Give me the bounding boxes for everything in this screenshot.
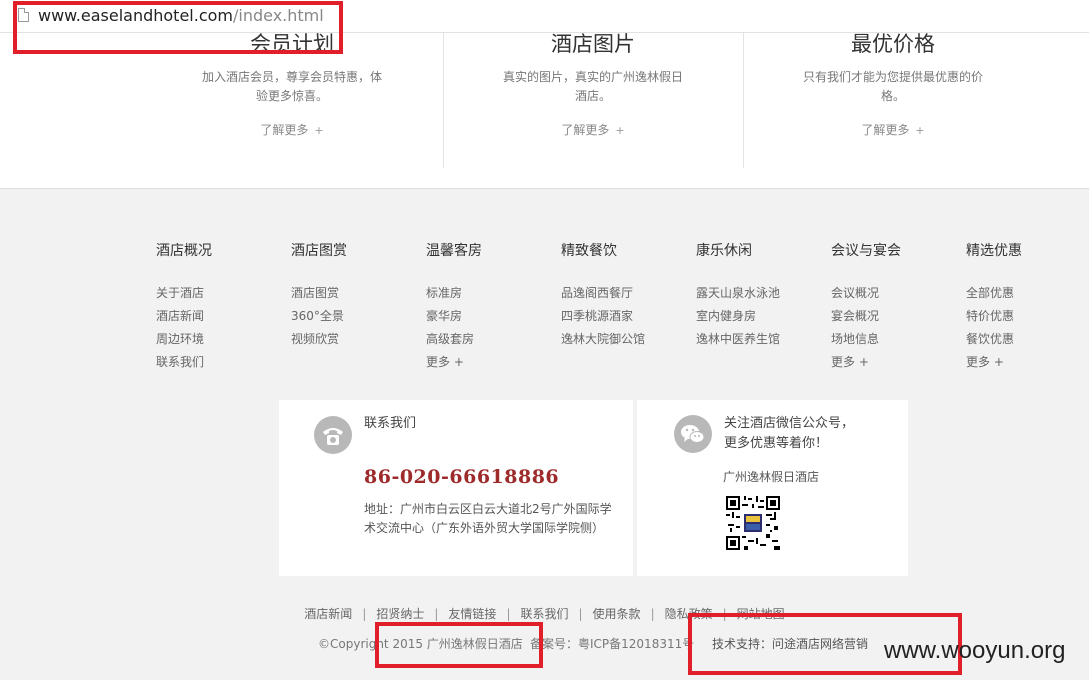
feature-desc: 加入酒店会员，尊享会员特惠，体验更多惊喜。 — [202, 70, 383, 103]
nav-link[interactable]: 宴会概况 — [831, 305, 951, 328]
nav-link[interactable]: 豪华房 — [426, 305, 546, 328]
feature-title: 酒店图片 — [551, 32, 635, 56]
nav-link[interactable]: 高级套房 — [426, 328, 546, 351]
phone-number: 86-020-66618886 — [364, 466, 560, 488]
nav-link[interactable]: 周边环境 — [156, 328, 276, 351]
nav-link[interactable]: 全部优惠 — [966, 282, 1086, 305]
plus-icon: + — [615, 124, 625, 137]
nav-link-more[interactable]: 更多 + — [966, 351, 1086, 374]
nav-col-meetings: 会议与宴会 会议概况 宴会概况 场地信息 更多 + — [831, 240, 951, 374]
url-path: /index.html — [233, 6, 324, 25]
learn-more-label: 了解更多 — [260, 123, 309, 137]
nav-col-head[interactable]: 酒店概况 — [156, 240, 276, 260]
learn-more-link[interactable]: 了解更多 + — [743, 121, 1043, 138]
plus-icon: + — [915, 124, 925, 137]
bottom-link[interactable]: 隐私政策 — [665, 607, 713, 621]
link-separator: | — [578, 607, 583, 621]
feature-desc: 真实的图片，真实的广州逸林假日酒店。 — [503, 70, 684, 103]
nav-link[interactable]: 逸林中医养生馆 — [696, 328, 816, 351]
nav-col-head[interactable]: 会议与宴会 — [831, 240, 951, 260]
bottom-link[interactable]: 网站地图 — [737, 607, 785, 621]
copyright-text: ©Copyright 2015 广州逸林假日酒店 — [318, 637, 523, 651]
nav-link-more[interactable]: 更多 + — [831, 351, 951, 374]
wechat-icon — [674, 415, 712, 453]
bottom-link[interactable]: 友情链接 — [448, 607, 496, 621]
bottom-link[interactable]: 使用条款 — [593, 607, 641, 621]
nav-link[interactable]: 联系我们 — [156, 351, 276, 374]
feature-title: 最优价格 — [851, 32, 935, 56]
nav-link-more[interactable]: 更多 + — [426, 351, 546, 374]
feature-best-price: 最优价格 只有我们才能为您提供最优惠的价格。 了解更多 + — [743, 32, 1043, 188]
bottom-link[interactable]: 招贤纳士 — [376, 607, 424, 621]
hotel-address: 地址：广州市白云区白云大道北2号广外国际学术交流中心（广东外语外贸大学国际学院侧… — [364, 502, 612, 535]
learn-more-label: 了解更多 — [561, 123, 610, 137]
nav-link[interactable]: 品逸阁西餐厅 — [561, 282, 681, 305]
tech-support[interactable]: 技术支持：问途酒店网络营销 — [712, 635, 868, 652]
link-separator: | — [434, 607, 439, 621]
qr-code — [726, 496, 780, 550]
wechat-title-line2: 更多优惠等着你！ — [724, 436, 829, 451]
icp-number[interactable]: 备案号：粤ICP备12018311号 — [530, 635, 694, 652]
feature-title: 会员计划 — [250, 32, 334, 56]
nav-link[interactable]: 酒店图赏 — [291, 282, 411, 305]
nav-col-head[interactable]: 温馨客房 — [426, 240, 546, 260]
nav-link[interactable]: 逸林大院御公馆 — [561, 328, 681, 351]
nav-col-leisure: 康乐休闲 露天山泉水泳池 室内健身房 逸林中医养生馆 — [696, 240, 816, 351]
nav-link[interactable]: 视频欣赏 — [291, 328, 411, 351]
link-separator: | — [722, 607, 727, 621]
nav-link[interactable]: 露天山泉水泳池 — [696, 282, 816, 305]
nav-col-head[interactable]: 康乐休闲 — [696, 240, 816, 260]
phone-icon — [314, 416, 352, 454]
page-icon — [18, 8, 29, 22]
learn-more-label: 了解更多 — [861, 123, 910, 137]
nav-link[interactable]: 特价优惠 — [966, 305, 1086, 328]
contact-card: 联系我们 86-020-66618886 地址：广州市白云区白云大道北2号广外国… — [279, 400, 633, 576]
bottom-link[interactable]: 联系我们 — [520, 607, 568, 621]
address-bar[interactable]: www.easelandhotel.com/index.html — [0, 0, 1089, 33]
learn-more-link[interactable]: 了解更多 + — [142, 121, 442, 138]
link-separator: | — [506, 607, 511, 621]
nav-link[interactable]: 会议概况 — [831, 282, 951, 305]
learn-more-link[interactable]: 了解更多 + — [443, 121, 743, 138]
nav-link[interactable]: 标准房 — [426, 282, 546, 305]
wechat-title-line1: 关注酒店微信公众号， — [724, 416, 855, 431]
nav-col-gallery: 酒店图赏 酒店图赏 360°全景 视频欣赏 — [291, 240, 411, 351]
feature-membership: 会员计划 加入酒店会员，尊享会员特惠，体验更多惊喜。 了解更多 + — [142, 32, 442, 188]
link-separator: | — [650, 607, 655, 621]
watermark: www.wooyun.org — [884, 637, 1066, 664]
nav-col-head[interactable]: 精选优惠 — [966, 240, 1086, 260]
nav-link[interactable]: 场地信息 — [831, 328, 951, 351]
nav-link[interactable]: 室内健身房 — [696, 305, 816, 328]
wechat-account-name: 广州逸林假日酒店 — [723, 470, 820, 484]
plus-icon: + — [314, 124, 324, 137]
nav-col-head[interactable]: 酒店图赏 — [291, 240, 411, 260]
nav-col-rooms: 温馨客房 标准房 豪华房 高级套房 更多 + — [426, 240, 546, 374]
feature-photos: 酒店图片 真实的图片，真实的广州逸林假日酒店。 了解更多 + — [443, 32, 743, 188]
features-section: 会员计划 加入酒店会员，尊享会员特惠，体验更多惊喜。 了解更多 + 酒店图片 真实… — [0, 32, 1089, 189]
nav-link[interactable]: 关于酒店 — [156, 282, 276, 305]
url-host: www.easelandhotel.com — [38, 6, 233, 25]
feature-desc: 只有我们才能为您提供最优惠的价格。 — [803, 70, 984, 103]
url-text[interactable]: www.easelandhotel.com/index.html — [38, 6, 324, 26]
nav-col-overview: 酒店概况 关于酒店 酒店新闻 周边环境 联系我们 — [156, 240, 276, 374]
nav-col-offers: 精选优惠 全部优惠 特价优惠 餐饮优惠 更多 + — [966, 240, 1086, 374]
contact-title: 联系我们 — [364, 416, 417, 431]
nav-link[interactable]: 酒店新闻 — [156, 305, 276, 328]
nav-col-dining: 精致餐饮 品逸阁西餐厅 四季桃源酒家 逸林大院御公馆 — [561, 240, 681, 351]
bottom-link[interactable]: 酒店新闻 — [304, 607, 352, 621]
bottom-links: 酒店新闻 | 招贤纳士 | 友情链接 | 联系我们 | 使用条款 | 隐私政策 | 网站地图 — [0, 605, 1089, 622]
nav-link[interactable]: 四季桃源酒家 — [561, 305, 681, 328]
wechat-title: 关注酒店微信公众号， 更多优惠等着你！ — [724, 414, 854, 454]
wechat-card: 关注酒店微信公众号， 更多优惠等着你！ 广州逸林假日酒店 — [637, 400, 908, 576]
nav-col-head[interactable]: 精致餐饮 — [561, 240, 681, 260]
link-separator: | — [362, 607, 367, 621]
nav-link[interactable]: 360°全景 — [291, 305, 411, 328]
nav-link[interactable]: 餐饮优惠 — [966, 328, 1086, 351]
